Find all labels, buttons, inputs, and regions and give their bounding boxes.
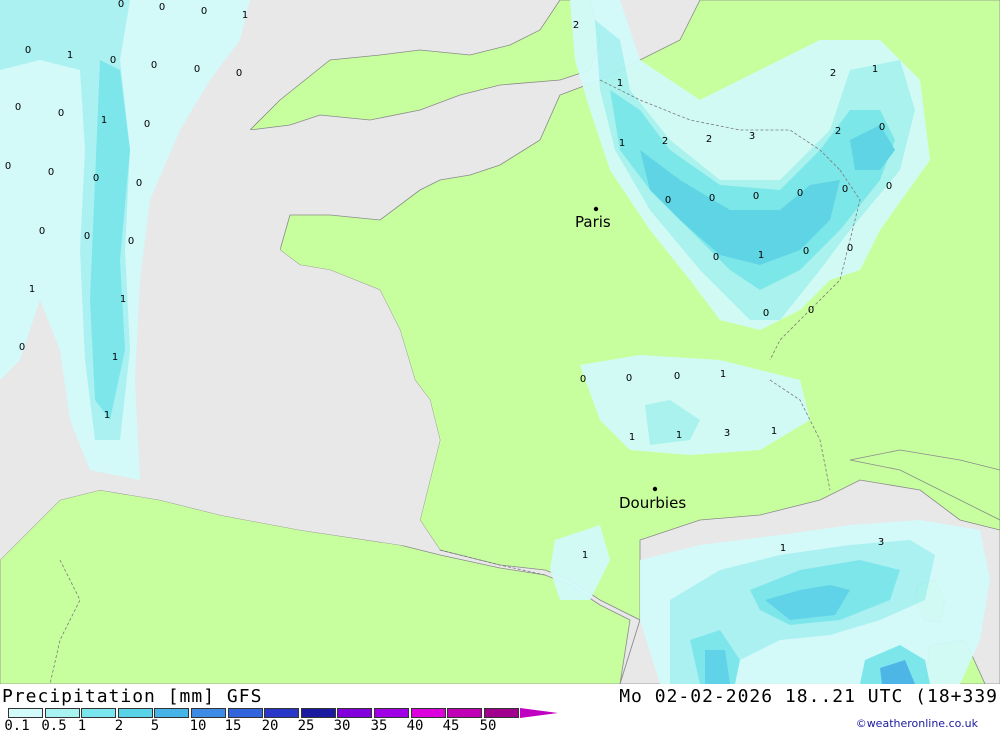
- precip-value-label: 0: [236, 68, 242, 79]
- precip-value-label: 0: [626, 373, 632, 384]
- precip-value-label: 0: [803, 246, 809, 257]
- precip-value-label: 1: [758, 250, 764, 261]
- precip-value-label: 0: [39, 226, 45, 237]
- precip-value-label: 1: [67, 50, 73, 61]
- paris-marker: [593, 206, 599, 212]
- legend-label: 2: [114, 718, 124, 734]
- precip-value-label: 1: [101, 115, 107, 126]
- precip-value-label: 1: [617, 78, 623, 89]
- legend-swatch: [190, 708, 226, 718]
- precip-value-label: 0: [847, 243, 853, 254]
- precip-value-label: 2: [706, 134, 712, 145]
- precip-value-label: 2: [835, 126, 841, 137]
- precip-value-label: 0: [48, 167, 54, 178]
- precip-value-label: 0: [110, 55, 116, 66]
- forecast-date: Mo 02-02-2026 18..21 UTC (18+339: [619, 686, 998, 707]
- precip-legend: [8, 708, 559, 718]
- legend-swatch: [264, 708, 300, 718]
- precip-value-label: 0: [201, 6, 207, 17]
- precip-value-label: 0: [797, 188, 803, 199]
- precip-value-label: 0: [19, 342, 25, 353]
- precip-value-label: 0: [713, 252, 719, 263]
- precip-value-label: 2: [662, 136, 668, 147]
- precip-value-label: 0: [151, 60, 157, 71]
- precip-value-label: 2: [573, 20, 579, 31]
- precip-value-label: 0: [144, 119, 150, 130]
- precip-value-label: 1: [120, 294, 126, 305]
- precip-value-label: 1: [104, 410, 110, 421]
- precip-value-label: 0: [15, 102, 21, 113]
- precip-value-label: 1: [629, 432, 635, 443]
- legend-label: 0.5: [41, 718, 67, 734]
- precip-value-label: 0: [118, 0, 124, 10]
- precip-value-label: 0: [128, 236, 134, 247]
- map-footer: Precipitation [mm] GFS Mo 02-02-2026 18.…: [0, 684, 1000, 734]
- legend-arrow: [520, 708, 559, 718]
- legend-label: 40: [406, 718, 424, 734]
- legend-label: 15: [224, 718, 242, 734]
- precip-value-label: 0: [159, 2, 165, 13]
- precip-value-label: 1: [720, 369, 726, 380]
- precip-value-label: 0: [580, 374, 586, 385]
- legend-swatch: [373, 708, 409, 718]
- legend-label: 45: [442, 718, 460, 734]
- credit-link[interactable]: ©weatheronline.co.uk: [856, 717, 978, 730]
- precip-value-label: 2: [830, 68, 836, 79]
- precip-value-label: 1: [112, 352, 118, 363]
- precip-value-label: 1: [780, 543, 786, 554]
- precip-value-label: 0: [879, 122, 885, 133]
- precip-value-label: 0: [58, 108, 64, 119]
- legend-swatch: [81, 708, 117, 718]
- precip-value-label: 1: [619, 138, 625, 149]
- paris-label: Paris: [575, 213, 611, 231]
- precip-value-label: 1: [676, 430, 682, 441]
- dourbies-label: Dourbies: [619, 494, 686, 512]
- legend-swatch: [154, 708, 190, 718]
- precip-value-label: 1: [582, 550, 588, 561]
- precip-value-label: 1: [242, 10, 248, 21]
- legend-label: 10: [189, 718, 207, 734]
- precip-value-label: 0: [84, 231, 90, 242]
- map-title: Precipitation [mm] GFS: [2, 686, 263, 707]
- legend-label: 1: [77, 718, 87, 734]
- legend-swatch: [117, 708, 153, 718]
- legend-swatch: [300, 708, 336, 718]
- legend-label: 25: [297, 718, 315, 734]
- precip-value-label: 3: [878, 537, 884, 548]
- legend-label: 30: [333, 718, 351, 734]
- legend-label: 0.1: [4, 718, 30, 734]
- legend-label: 20: [261, 718, 279, 734]
- precip-value-label: 3: [749, 131, 755, 142]
- legend-swatch: [8, 708, 43, 718]
- legend-swatch: [44, 708, 80, 718]
- precip-value-label: 0: [842, 184, 848, 195]
- legend-label: 5: [150, 718, 160, 734]
- precip-value-label: 1: [29, 284, 35, 295]
- precip-value-label: 0: [886, 181, 892, 192]
- precip-value-label: 3: [724, 428, 730, 439]
- precip-value-label: 0: [808, 305, 814, 316]
- precipitation-map: Paris Dourbies 0 0 0 1 0 1 0 0 0 0 1 0 0 0 0 0 0 0 0 0 0 1 1 0 1…: [0, 0, 1000, 685]
- legend-swatch: [337, 708, 373, 718]
- precip-value-label: 0: [25, 45, 31, 56]
- precip-value-label: 1: [771, 426, 777, 437]
- precip-value-label: 0: [136, 178, 142, 189]
- precip-value-label: 0: [194, 64, 200, 75]
- precip-value-label: 0: [93, 173, 99, 184]
- legend-swatch: [447, 708, 483, 718]
- precip-value-label: 0: [763, 308, 769, 319]
- precip-value-label: 1: [872, 64, 878, 75]
- dourbies-marker: [652, 486, 658, 492]
- legend-label: 50: [479, 718, 497, 734]
- precip-legend-labels: 0.1 0.5 1 2 5 10 15 20 25 30 35 40 45 50: [0, 718, 520, 734]
- legend-label: 35: [370, 718, 388, 734]
- precip-value-label: 0: [753, 191, 759, 202]
- precip-value-label: 0: [709, 193, 715, 204]
- legend-swatch: [227, 708, 263, 718]
- legend-swatch: [483, 708, 519, 718]
- precip-value-label: 0: [674, 371, 680, 382]
- precip-value-label: 0: [665, 195, 671, 206]
- precip-value-label: 0: [5, 161, 11, 172]
- legend-swatch: [410, 708, 446, 718]
